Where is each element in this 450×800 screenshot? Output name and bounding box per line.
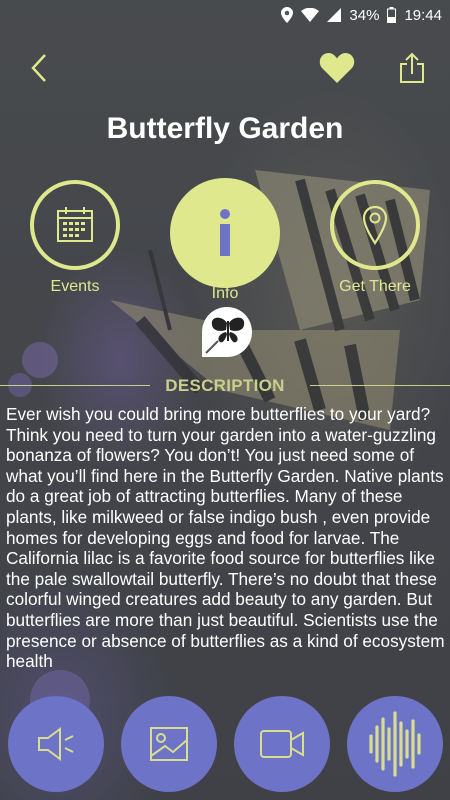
soundwave-icon <box>369 711 421 777</box>
image-icon <box>150 727 188 761</box>
map-pin-icon <box>362 205 388 245</box>
butterfly-leaf-icon <box>202 307 252 357</box>
back-chevron-icon <box>31 54 46 82</box>
image-gallery-button[interactable] <box>121 696 217 792</box>
description-heading: DESCRIPTION <box>165 376 285 395</box>
get-there-label: Get There <box>339 278 411 295</box>
calendar-icon <box>57 207 93 242</box>
battery-level-text: 34% <box>349 6 380 24</box>
share-button[interactable] <box>396 50 428 86</box>
section-nav: Events Info Get There <box>0 178 450 308</box>
events-label: Events <box>50 278 100 295</box>
description-body: Ever wish you could bring more butterfli… <box>6 404 445 672</box>
get-there-button[interactable] <box>330 180 420 270</box>
info-label: Info <box>211 285 239 302</box>
media-bar <box>0 694 450 800</box>
soundwave-button[interactable] <box>347 696 443 792</box>
location-icon <box>281 7 294 23</box>
info-icon <box>220 209 230 256</box>
events-button[interactable] <box>30 180 120 270</box>
favorite-button[interactable] <box>318 50 356 86</box>
clock-time: 19:44 <box>404 6 442 24</box>
top-action-bar <box>0 48 450 88</box>
audio-button[interactable] <box>8 696 104 792</box>
heart-icon <box>319 53 355 83</box>
wifi-icon <box>301 8 320 22</box>
video-button[interactable] <box>234 696 330 792</box>
video-icon <box>260 730 304 758</box>
page-title: Butterfly Garden <box>106 112 344 145</box>
audio-icon <box>38 727 74 761</box>
share-icon <box>400 52 424 83</box>
battery-icon <box>387 7 397 23</box>
signal-icon <box>327 8 342 22</box>
status-bar: 34% 19:44 <box>0 0 450 30</box>
info-button[interactable] <box>170 178 280 288</box>
back-button[interactable] <box>24 50 54 86</box>
